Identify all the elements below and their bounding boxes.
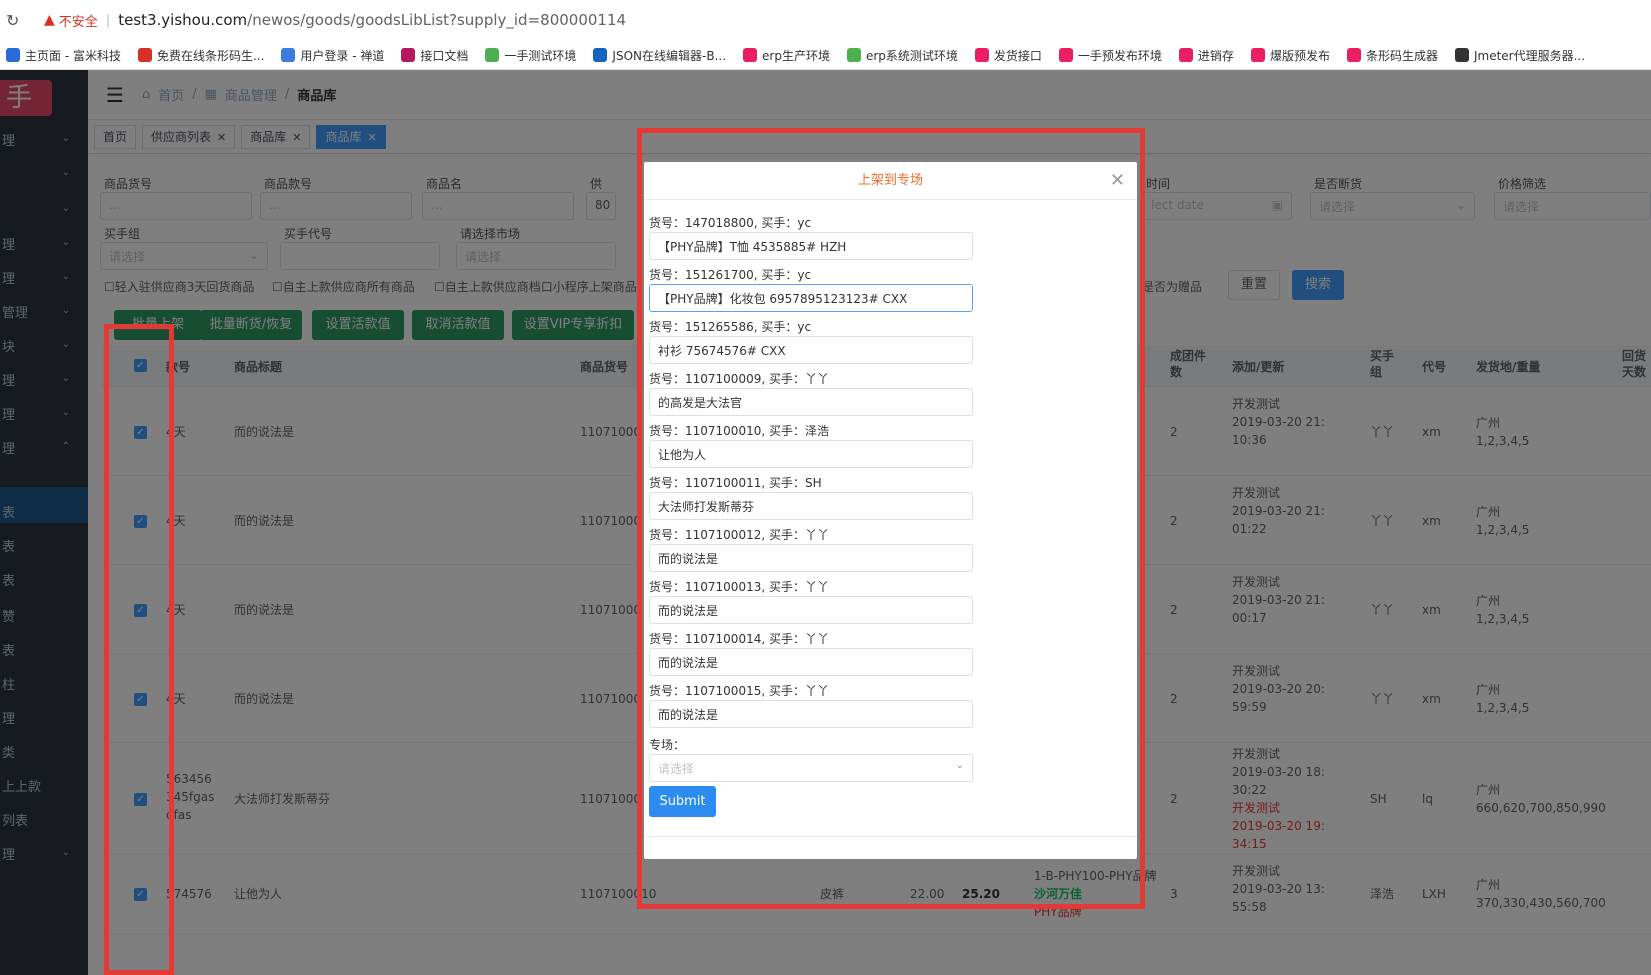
bookmark-icon bbox=[1250, 48, 1265, 62]
select-placeholder: 请选择 bbox=[658, 762, 695, 776]
special-select[interactable]: 请选择 ⌄ bbox=[649, 754, 973, 782]
bookmark-label: 一手预发布环境 bbox=[1077, 48, 1162, 63]
modal-item-label: 货号：1107100011, 买手：SH bbox=[649, 476, 822, 490]
insecure-label[interactable]: 不安全 bbox=[59, 11, 98, 30]
bookmark-item[interactable]: 主页面 - 富米科技 bbox=[6, 47, 121, 64]
bookmark-item[interactable]: JSON在线编辑器-B... bbox=[593, 47, 726, 64]
bookmark-icon bbox=[1454, 48, 1469, 62]
special-label: 专场： bbox=[649, 738, 686, 752]
modal-item-title-input[interactable]: 大法师打发斯蒂芬 bbox=[649, 492, 973, 520]
modal-title: 上架到专场 bbox=[644, 162, 1137, 200]
bookmark-icon bbox=[846, 48, 861, 62]
bookmark-label: erp生产环境 bbox=[762, 48, 830, 63]
warning-icon: ▲ bbox=[44, 12, 55, 28]
modal-item-label: 货号：1107100012, 买手：丫丫 bbox=[649, 528, 829, 542]
bookmark-item[interactable]: Jmeter代理服务器... bbox=[1454, 47, 1586, 64]
modal-item-label: 货号：1107100009, 买手：丫丫 bbox=[649, 372, 829, 386]
modal-item-title-input[interactable]: 而的说法是 bbox=[649, 648, 973, 676]
bookmark-label: 条形码生成器 bbox=[1365, 48, 1438, 63]
bookmark-icon bbox=[281, 48, 296, 62]
close-icon[interactable]: ✕ bbox=[1110, 170, 1125, 191]
submit-button[interactable]: Submit bbox=[649, 786, 716, 817]
reload-icon[interactable]: ↻ bbox=[6, 11, 30, 30]
bookmarks-bar: 主页面 - 富米科技 免费在线条形码生... 用户登录 - 禅道 接口文档 一手… bbox=[0, 40, 1651, 70]
modal-item-title-input[interactable]: 而的说法是 bbox=[649, 596, 973, 624]
modal-item-title-input[interactable]: 让他为人 bbox=[649, 440, 973, 468]
bookmark-item[interactable]: erp系统测试环境 bbox=[846, 47, 958, 64]
bookmark-icon bbox=[593, 48, 608, 62]
modal-item-label: 货号：1107100010, 买手：泽浩 bbox=[649, 424, 829, 438]
bookmark-item[interactable]: 接口文档 bbox=[401, 47, 468, 64]
url-text[interactable]: test3.yishou.com/newos/goods/goodsLibLis… bbox=[118, 11, 626, 29]
bookmark-item[interactable]: 条形码生成器 bbox=[1346, 47, 1438, 64]
modal-item-title-input[interactable]: 而的说法是 bbox=[649, 544, 973, 572]
modal-footer bbox=[644, 836, 1137, 837]
bookmark-item[interactable]: 一手测试环境 bbox=[485, 47, 576, 64]
modal-item-label: 货号：151261700, 买手：yc bbox=[649, 268, 812, 282]
bookmark-label: 爆版预发布 bbox=[1269, 48, 1330, 63]
bookmark-icon bbox=[1058, 48, 1073, 62]
bookmark-label: 进销存 bbox=[1197, 48, 1234, 63]
modal-item-title-input[interactable]: 而的说法是 bbox=[649, 700, 973, 728]
url-path: /newos/goods/goodsLibList?supply_id=8000… bbox=[247, 11, 627, 29]
bookmark-label: 一手测试环境 bbox=[504, 48, 577, 63]
bookmark-icon bbox=[743, 48, 758, 62]
bookmark-item[interactable]: 发货接口 bbox=[974, 47, 1042, 64]
modal-item-label: 货号：1107100014, 买手：丫丫 bbox=[649, 632, 829, 646]
address-bar[interactable]: ↻ ▲ 不安全 | test3.yishou.com/newos/goods/g… bbox=[0, 0, 1651, 40]
bookmark-icon bbox=[6, 48, 20, 62]
modal-item-title-input[interactable]: 【PHY品牌】T恤 4535885# HZH bbox=[649, 232, 973, 260]
url-separator: | bbox=[105, 12, 111, 28]
bookmark-label: 免费在线条形码生... bbox=[156, 48, 265, 63]
bookmark-item[interactable]: 免费在线条形码生... bbox=[137, 47, 265, 64]
bookmark-item[interactable]: 进销存 bbox=[1178, 47, 1234, 64]
bookmark-icon bbox=[401, 48, 416, 62]
modal-item-title-input[interactable]: 【PHY品牌】化妆包 6957895123123# CXX bbox=[649, 284, 973, 312]
bookmark-item[interactable]: 用户登录 - 禅道 bbox=[281, 47, 384, 64]
bookmark-label: 接口文档 bbox=[420, 48, 469, 63]
bookmark-label: 用户登录 - 禅道 bbox=[300, 48, 385, 63]
url-host: test3.yishou.com bbox=[118, 11, 248, 29]
modal-item-label: 货号：1107100015, 买手：丫丫 bbox=[649, 684, 829, 698]
bookmark-label: erp系统测试环境 bbox=[865, 48, 958, 63]
bookmark-item[interactable]: 一手预发布环境 bbox=[1058, 47, 1162, 64]
modal-item-title-input[interactable]: 衬衫 75674576# CXX bbox=[649, 336, 973, 364]
bookmark-icon bbox=[485, 48, 500, 62]
chevron-down-icon: ⌄ bbox=[955, 760, 964, 771]
list-to-special-modal: 上架到专场 ✕ 货号：147018800, 买手：yc 【PHY品牌】T恤 453… bbox=[644, 162, 1137, 859]
modal-item-label: 货号：151265586, 买手：yc bbox=[649, 320, 812, 334]
bookmark-label: 发货接口 bbox=[993, 48, 1042, 63]
modal-item-label: 货号：1107100013, 买手：丫丫 bbox=[649, 580, 829, 594]
bookmark-label: Jmeter代理服务器... bbox=[1473, 48, 1586, 63]
bookmark-icon bbox=[974, 48, 989, 62]
browser-chrome: ↻ ▲ 不安全 | test3.yishou.com/newos/goods/g… bbox=[0, 0, 1651, 70]
bookmark-icon bbox=[1346, 48, 1361, 62]
bookmark-icon bbox=[1178, 48, 1193, 62]
bookmark-label: 主页面 - 富米科技 bbox=[25, 48, 121, 63]
bookmark-item[interactable]: erp生产环境 bbox=[743, 47, 830, 64]
modal-item-label: 货号：147018800, 买手：yc bbox=[649, 216, 812, 230]
bookmark-item[interactable]: 爆版预发布 bbox=[1250, 47, 1330, 64]
bookmark-label: JSON在线编辑器-B... bbox=[612, 48, 727, 63]
modal-item-title-input[interactable]: 的高发是大法官 bbox=[649, 388, 973, 416]
bookmark-icon bbox=[137, 48, 152, 62]
annotation-highlight-checkboxes bbox=[104, 324, 174, 975]
